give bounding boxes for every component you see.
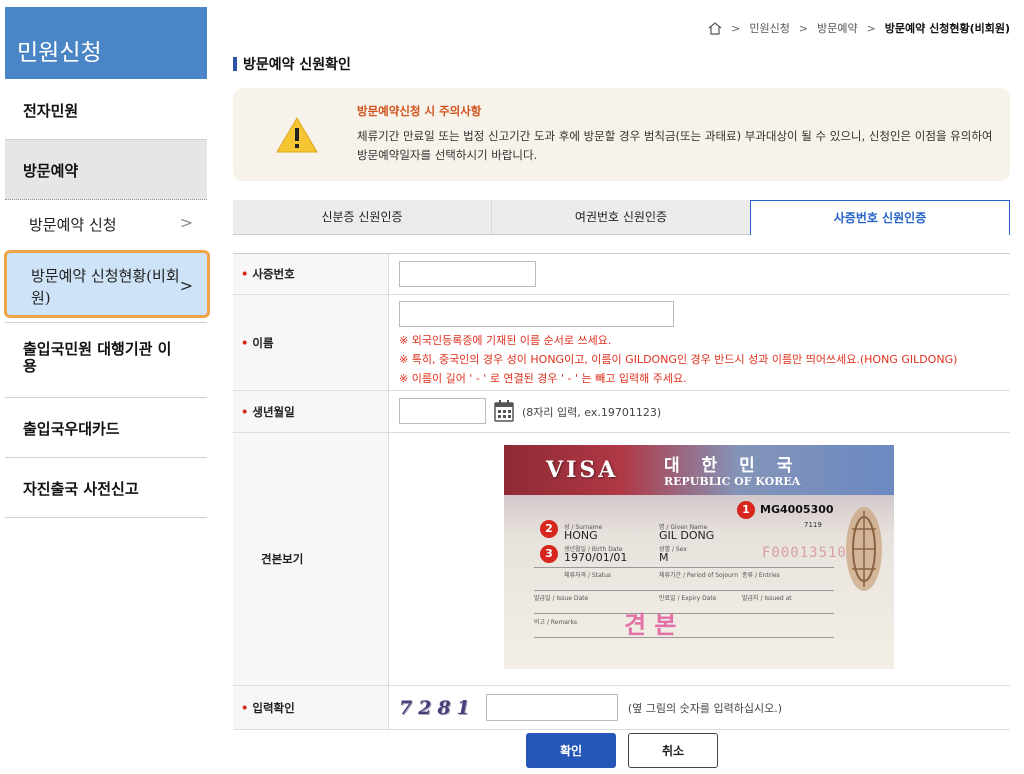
visa-country-eng: REPUBLIC OF KOREA — [664, 475, 801, 488]
visa-country-kor: 대 한 민 국 — [664, 456, 801, 476]
breadcrumb-current: 방문예약 신청현황(비회원) — [884, 22, 1010, 35]
chevron-right-icon: > — [179, 276, 193, 295]
form-row-sample: 견본보기 VISA 대 한 민 국 REPUBLIC OF KOREA 1 MG… — [233, 433, 1010, 686]
label-text: 입력확인 — [252, 700, 295, 715]
notice-body: 체류기간 만료일 또는 법정 신고기간 도과 후에 방문할 경우 범칙금(또는 … — [357, 129, 993, 162]
label-text: 사증번호 — [252, 267, 295, 281]
name-hint: ※ 특히, 중국인의 경우 성이 HONG이고, 이름이 GILDONG인 경우… — [399, 353, 958, 366]
remarks-caption: 비고 / Remarks — [534, 619, 578, 626]
status-caption: 체류자격 / Status — [564, 572, 612, 579]
calendar-icon[interactable] — [494, 400, 514, 422]
name-label: • 이름 — [233, 295, 389, 390]
visa-number: MG4005300 — [760, 503, 834, 516]
sidebar-item-e-civil[interactable]: 전자민원 — [5, 80, 207, 140]
form-actions: 확인 취소 — [526, 733, 718, 768]
auth-tabs: 신분증 신원인증 여권번호 신원인증 사증번호 신원인증 — [233, 200, 1010, 235]
birth-hint: (8자리 입력, ex.19701123) — [522, 406, 662, 419]
captcha-input[interactable] — [485, 694, 618, 721]
visa-given-name: GIL DONG — [659, 529, 715, 542]
tab-id-card-auth[interactable]: 신분증 신원인증 — [233, 200, 491, 235]
sidebar-subitem-label: 방문예약 신청현황(비회원) — [31, 267, 180, 307]
confirm-button[interactable]: 확인 — [526, 733, 616, 768]
divider — [534, 590, 834, 591]
page-title: 방문예약 신원확인 — [233, 54, 351, 74]
captcha-label: • 입력확인 — [233, 686, 389, 729]
chevron-right-icon: > — [798, 21, 809, 35]
required-mark: • — [241, 404, 249, 419]
warning-icon — [276, 117, 318, 153]
visa-number-label: • 사증번호 — [233, 254, 389, 294]
notice-title: 방문예약신청 시 주의사항 — [357, 104, 482, 118]
home-icon[interactable] — [708, 21, 722, 35]
issued-at-caption: 발급지 / Issued at — [742, 595, 792, 602]
sidebar-subitem-label: 방문예약 신청 — [29, 216, 117, 234]
sidebar-item-label: 출입국민원 대행기관 이용 — [23, 340, 172, 375]
title-bar-icon — [233, 57, 237, 71]
captcha-image: 7281 — [399, 696, 476, 719]
visa-sample-image: VISA 대 한 민 국 REPUBLIC OF KOREA 1 MG40053… — [504, 445, 894, 669]
chevron-right-icon: > — [866, 21, 876, 35]
birth-label: • 생년월일 — [233, 391, 389, 432]
visa-surname: HONG — [564, 529, 598, 542]
visa-word: VISA — [546, 457, 619, 483]
page-title-text: 방문예약 신원확인 — [243, 57, 351, 73]
divider — [534, 637, 834, 638]
badge-1: 1 — [737, 501, 755, 519]
chevron-right-icon: > — [731, 21, 741, 35]
notice-box: 방문예약신청 시 주의사항 체류기간 만료일 또는 법정 신고기간 도과 후에 … — [233, 88, 1010, 181]
visa-code: 7119 — [804, 521, 822, 529]
ornament-icon — [846, 507, 882, 591]
form-row-visa-number: • 사증번호 — [233, 254, 1010, 295]
breadcrumb-item[interactable]: 민원신청 — [749, 20, 789, 36]
visa-birth: 1970/01/01 — [564, 551, 628, 564]
sidebar-header: 민원신청 — [5, 7, 207, 79]
name-hint: ※ 이름이 길어 ' - ' 로 연결된 경우 ' - ' 는 빼고 입력해 주… — [399, 372, 687, 385]
cancel-button[interactable]: 취소 — [628, 733, 718, 768]
required-mark: • — [241, 700, 249, 715]
birth-input[interactable] — [399, 398, 486, 424]
form-row-captcha: • 입력확인 7281 (옆 그림의 숫자를 입력하십시오.) — [233, 686, 1010, 730]
form-row-name: • 이름 ※ 외국인등록증에 기재된 이름 순서로 쓰세요. ※ 특히, 중국인의… — [233, 295, 1010, 391]
divider — [534, 613, 834, 614]
sidebar-item-priority-card[interactable]: 출입국우대카드 — [5, 398, 207, 458]
expiry-caption: 만료일 / Expiry Date — [659, 595, 717, 602]
name-input[interactable] — [399, 301, 674, 327]
entries-caption: 종류 / Entries — [742, 572, 780, 579]
badge-2: 2 — [540, 520, 558, 538]
issue-caption: 발급일 / Issue Date — [534, 595, 589, 602]
identity-form: • 사증번호 • 이름 ※ 외국인등록증에 기재된 이름 순서로 쓰세요. ※ 특히… — [233, 253, 1010, 730]
required-mark: • — [241, 335, 249, 350]
form-row-birth: • 생년월일 (8자리 입력, ex.19701123) — [233, 391, 1010, 433]
captcha-hint: (옆 그림의 숫자를 입력하십시오.) — [627, 701, 783, 715]
sample-stamp: 견 본 — [624, 611, 677, 639]
tab-passport-auth[interactable]: 여권번호 신원인증 — [491, 200, 750, 235]
required-mark: • — [241, 267, 249, 281]
sidebar-item-agency[interactable]: 출입국민원 대행기관 이용 — [5, 322, 207, 398]
sidebar: 민원신청 전자민원 방문예약 방문예약 신청 > 방문예약 신청현황(비회원) … — [0, 0, 210, 774]
sidebar-item-visit-reservation[interactable]: 방문예약 — [5, 140, 207, 200]
tab-visa-auth[interactable]: 사증번호 신원인증 — [750, 200, 1010, 235]
visa-sex: M — [659, 551, 669, 564]
breadcrumb-item[interactable]: 방문예약 — [817, 20, 857, 36]
sojourn-caption: 체류기간 / Period of Sojourn — [659, 572, 739, 579]
label-text: 이름 — [252, 335, 274, 350]
chevron-right-icon: > — [179, 213, 193, 232]
breadcrumb: > 민원신청 > 방문예약 > 방문예약 신청현황(비회원) — [708, 20, 1010, 36]
badge-3: 3 — [540, 545, 558, 563]
name-hint: ※ 외국인등록증에 기재된 이름 순서로 쓰세요. — [399, 334, 612, 347]
sidebar-item-voluntary-departure[interactable]: 자진출국 사전신고 — [5, 458, 207, 518]
divider — [534, 567, 834, 568]
label-text: 생년월일 — [252, 404, 295, 419]
sidebar-subitem-visit-status[interactable]: 방문예약 신청현황(비회원) > — [4, 250, 210, 318]
visa-serial: F00013510 — [762, 545, 847, 561]
sample-label: 견본보기 — [233, 433, 389, 685]
sidebar-subitem-visit-apply[interactable]: 방문예약 신청 > — [5, 200, 207, 248]
visa-number-input[interactable] — [399, 261, 536, 287]
